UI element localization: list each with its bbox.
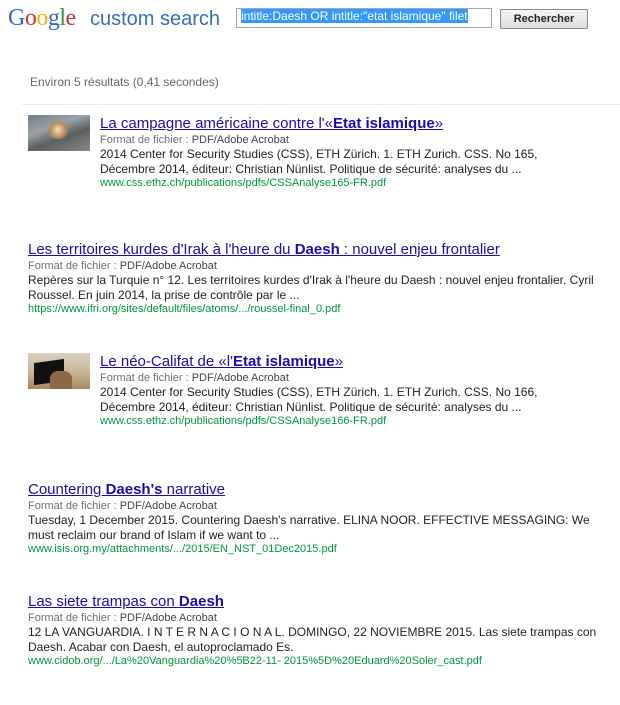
result-meta: Format de fichier : PDF/Adobe Acrobat xyxy=(28,500,217,512)
result-snippet: 2014 Center for Security Studies (CSS), … xyxy=(100,385,538,414)
search-result: Las siete trampas con Daesh Format de fi… xyxy=(28,593,608,668)
result-url: https://www.ifri.org/sites/default/files… xyxy=(28,303,341,315)
header: Google custom search intitle:Daesh OR in… xyxy=(0,0,620,40)
google-logo[interactable]: Google xyxy=(8,4,76,32)
result-body: La campagne américaine contre l'«Etat is… xyxy=(100,115,570,190)
result-snippet: Tuesday, 1 December 2015. Countering Dae… xyxy=(28,513,590,542)
result-stats: Environ 5 résultats (0,41 secondes) xyxy=(30,75,219,89)
result-title-link[interactable]: Le néo-Califat de «l'Etat islamique» xyxy=(100,353,570,371)
search-result: Les territoires kurdes d'Irak à l'heure … xyxy=(28,241,608,316)
search-button[interactable]: Rechercher xyxy=(500,9,588,29)
search-input[interactable]: intitle:Daesh OR intitle:"etat islamique… xyxy=(236,8,492,28)
result-snippet: 12 LA VANGUARDIA. I N T E R N A C I O N … xyxy=(28,625,597,654)
search-input-value: intitle:Daesh OR intitle:"etat islamique… xyxy=(241,9,468,23)
result-meta: Format de fichier : PDF/Adobe Acrobat xyxy=(28,260,217,272)
logo-subtitle: custom search xyxy=(90,8,221,30)
result-meta: Format de fichier : PDF/Adobe Acrobat xyxy=(100,134,289,146)
result-thumbnail[interactable] xyxy=(28,115,90,151)
result-snippet: Repères sur la Turquie n° 12. Les territ… xyxy=(28,273,594,302)
result-title-link[interactable]: Les territoires kurdes d'Irak à l'heure … xyxy=(28,241,608,259)
result-url: www.css.ethz.ch/publications/pdfs/CSSAna… xyxy=(100,177,387,189)
result-url: www.isis.org.my/attachments/.../2015/EN_… xyxy=(28,543,337,555)
divider xyxy=(22,104,620,105)
result-url: www.css.ethz.ch/publications/pdfs/CSSAna… xyxy=(100,415,387,427)
result-title-link[interactable]: La campagne américaine contre l'«Etat is… xyxy=(100,115,570,133)
result-snippet: 2014 Center for Security Studies (CSS), … xyxy=(100,147,538,176)
result-meta: Format de fichier : PDF/Adobe Acrobat xyxy=(28,612,217,624)
search-result: Countering Daesh's narrative Format de f… xyxy=(28,481,608,556)
result-url: www.cidob.org/.../La%20Vanguardia%20%5B2… xyxy=(28,655,482,667)
result-title-link[interactable]: Las siete trampas con Daesh xyxy=(28,593,608,611)
result-title-link[interactable]: Countering Daesh's narrative xyxy=(28,481,608,499)
result-body: Le néo-Califat de «l'Etat islamique» For… xyxy=(100,353,570,428)
result-meta: Format de fichier : PDF/Adobe Acrobat xyxy=(100,372,289,384)
result-thumbnail[interactable] xyxy=(28,353,90,389)
